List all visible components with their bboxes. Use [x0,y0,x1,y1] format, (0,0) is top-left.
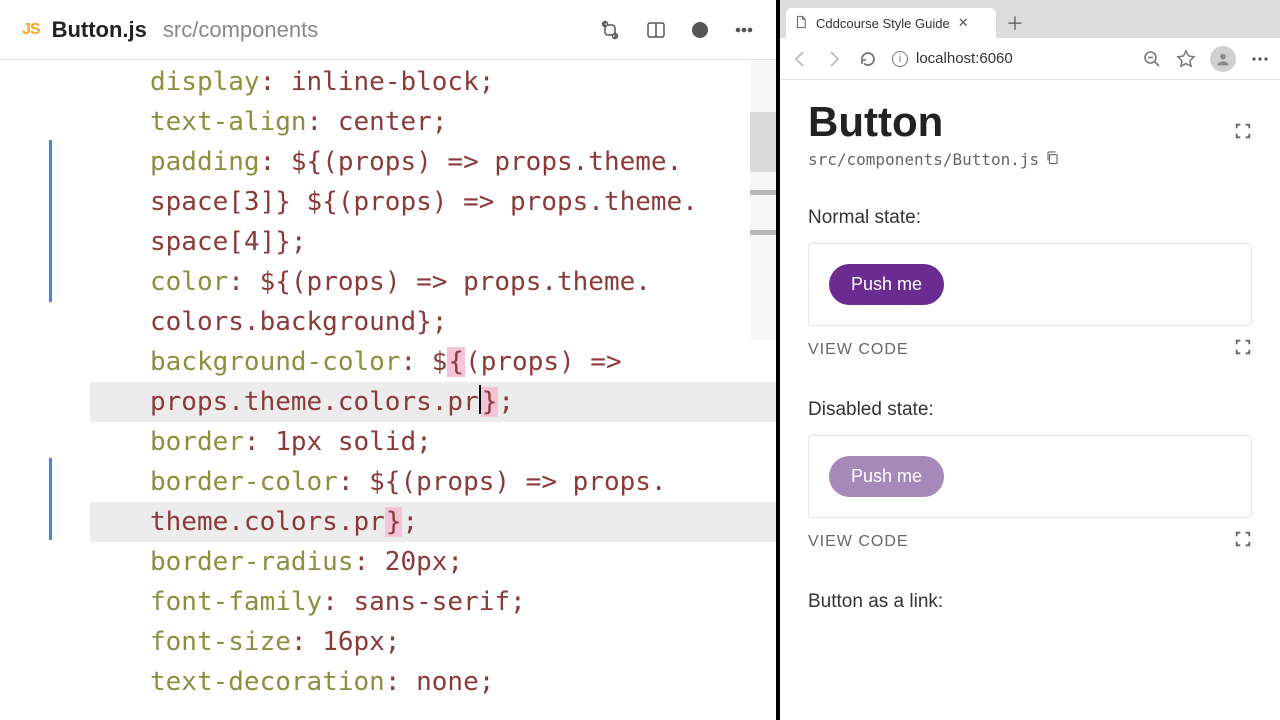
code-line[interactable]: space[3]} ${(props) => props.theme. [90,182,776,222]
split-editor-icon[interactable] [646,20,666,40]
code-line[interactable]: colors.background}; [90,302,776,342]
browser-tab-title: Cddcourse Style Guide [816,16,950,31]
minimap[interactable] [750,60,776,340]
profile-avatar[interactable] [1210,46,1236,72]
example-button[interactable]: Push me [829,264,944,305]
code-editor[interactable]: display: inline-block;text-align: center… [0,60,776,720]
section-label: Button as a link: [808,591,1252,613]
view-code-toggle[interactable]: VIEW CODE [808,533,909,551]
code-line[interactable]: border-radius: 20px; [90,542,776,582]
code-line[interactable]: text-align: center; [90,102,776,142]
styleguide-page: Button src/components/Button.js Normal s… [780,80,1280,720]
file-name: Button.js [52,17,147,43]
browser-pane: Cddcourse Style Guide ✕ ＋ i localhost:60… [780,0,1280,720]
code-line[interactable]: color: ${(props) => props.theme. [90,262,776,302]
close-tab-icon[interactable]: ✕ [958,15,969,31]
code-line[interactable]: text-decoration: none; [90,662,776,702]
unsaved-indicator-icon [692,22,708,38]
example-box: Push me [808,435,1252,518]
browser-menu-icon[interactable] [1250,49,1270,69]
js-file-icon: JS [22,21,40,39]
fullscreen-icon[interactable] [1234,122,1252,145]
section-label: Disabled state: [808,399,1252,421]
copy-path-icon[interactable] [1045,150,1060,169]
address-text: localhost:6060 [916,50,1013,67]
back-button[interactable] [790,49,810,69]
code-line[interactable]: space[4]}; [90,222,776,262]
site-info-icon[interactable]: i [892,51,908,67]
minimap-blip [750,230,776,235]
page-icon [794,15,808,32]
view-code-toggle[interactable]: VIEW CODE [808,341,909,359]
editor-tab-bar: JS Button.js src/components [0,0,776,60]
zoom-icon[interactable] [1142,49,1162,69]
code-line[interactable]: padding: ${(props) => props.theme. [90,142,776,182]
code-line[interactable]: display: inline-block; [90,62,776,102]
new-tab-button[interactable]: ＋ [1002,10,1028,36]
code-line[interactable]: font-family: sans-serif; [90,582,776,622]
code-line[interactable]: font-size: 16px; [90,622,776,662]
browser-tab-strip: Cddcourse Style Guide ✕ ＋ [780,0,1280,38]
example-button-disabled: Push me [829,456,944,497]
forward-button[interactable] [824,49,844,69]
section-label: Normal state: [808,207,1252,229]
editor-open-file-tab[interactable]: JS Button.js src/components [22,17,318,43]
browser-toolbar: i localhost:6060 [780,38,1280,80]
minimap-blip [750,190,776,195]
address-bar[interactable]: i localhost:6060 [892,50,1128,67]
minimap-thumb[interactable] [750,112,776,172]
code-line[interactable]: theme.colors.pr}; [90,502,776,542]
refresh-button[interactable] [858,49,878,69]
file-path: src/components [163,17,318,43]
example-box: Push me [808,243,1252,326]
code-line[interactable]: background-color: ${(props) => [90,342,776,382]
editor-pane: JS Button.js src/components display: inl… [0,0,780,720]
more-actions-icon[interactable] [734,20,754,40]
browser-tab[interactable]: Cddcourse Style Guide ✕ [786,8,996,38]
compare-icon[interactable] [600,20,620,40]
fullscreen-icon[interactable] [1234,530,1252,553]
code-line[interactable]: border: 1px solid; [90,422,776,462]
code-line[interactable]: border-color: ${(props) => props. [90,462,776,502]
component-path: src/components/Button.js [808,150,1039,169]
favorite-icon[interactable] [1176,49,1196,69]
fullscreen-icon[interactable] [1234,338,1252,361]
page-title: Button [808,98,1060,146]
code-line[interactable]: props.theme.colors.pr}; [90,382,776,422]
